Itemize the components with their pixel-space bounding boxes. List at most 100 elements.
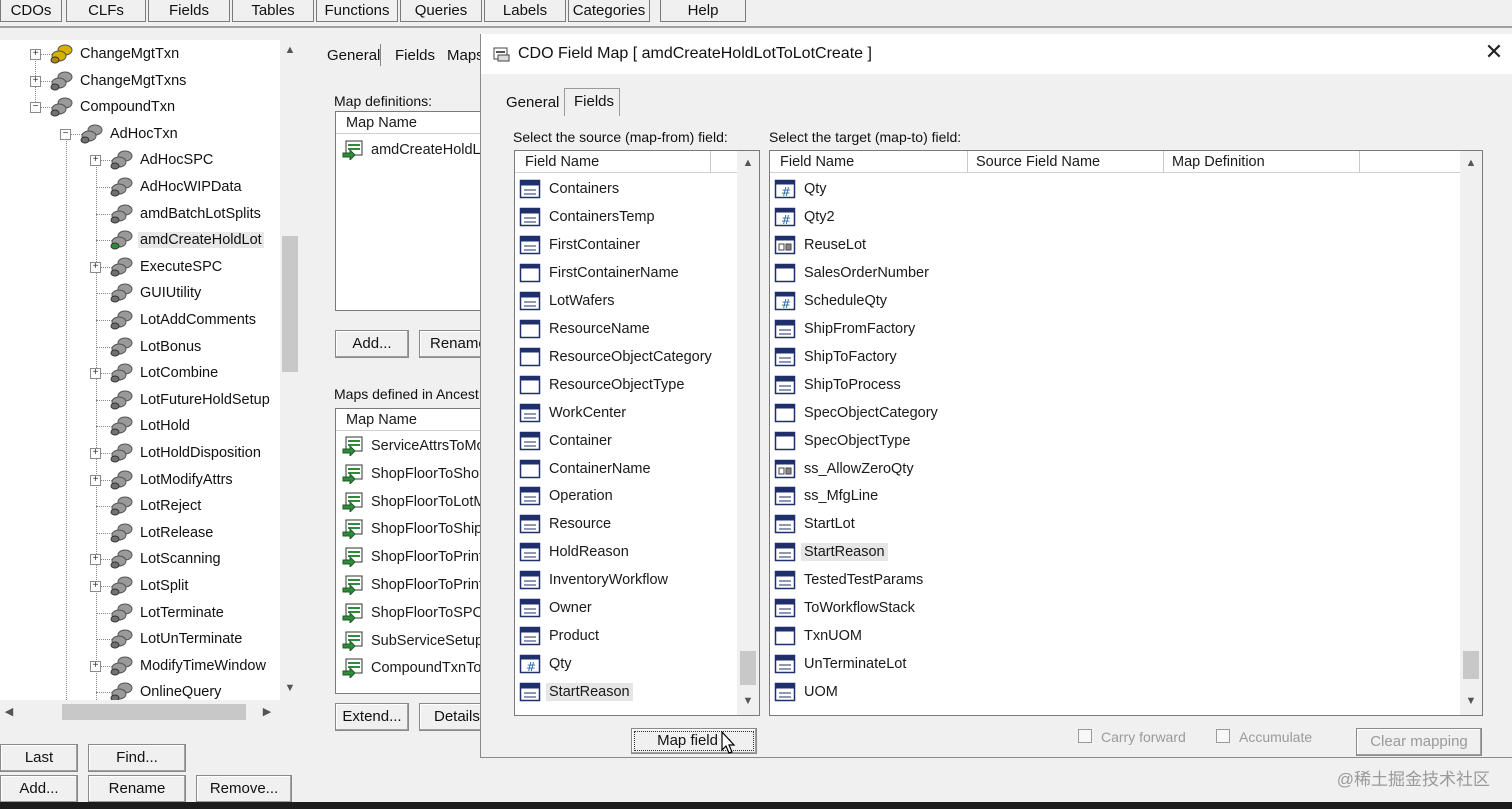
- map-definitions-list[interactable]: Map Name amdCreateHoldLo: [335, 111, 483, 311]
- tree-item[interactable]: OnlineQuery: [110, 680, 223, 700]
- expand-icon[interactable]: +: [90, 660, 101, 672]
- source-field-item[interactable]: InventoryWorkflow: [519, 567, 671, 593]
- tree-item[interactable]: LotUnTerminate: [110, 627, 244, 651]
- menu-categories[interactable]: Categories: [568, 0, 650, 22]
- target-field-item[interactable]: ToWorkflowStack: [774, 595, 918, 621]
- source-list-scrollbar[interactable]: ▲ ▼: [737, 151, 759, 715]
- source-field-item[interactable]: HoldReason: [519, 539, 632, 565]
- tree-item[interactable]: ExecuteSPC: [110, 255, 224, 279]
- map-list-item[interactable]: ShopFloorToSPC: [342, 600, 482, 626]
- tree-item[interactable]: GUIUtility: [110, 281, 203, 305]
- target-field-item[interactable]: SalesOrderNumber: [774, 260, 932, 286]
- tree-item[interactable]: LotHoldDisposition: [110, 441, 263, 465]
- tree-item[interactable]: LotReject: [110, 494, 203, 518]
- target-field-item[interactable]: ss_MfgLine: [774, 483, 881, 509]
- scroll-right-icon[interactable]: ▶: [260, 705, 274, 718]
- source-field-item[interactable]: FirstContainerName: [519, 260, 682, 286]
- target-field-item[interactable]: # ScheduleQty: [774, 288, 890, 314]
- menu-labels[interactable]: Labels: [484, 0, 566, 22]
- column-map-name[interactable]: Map Name: [336, 112, 482, 134]
- source-field-item[interactable]: Product: [519, 623, 602, 649]
- last-button[interactable]: Last: [0, 744, 78, 772]
- menu-clfs[interactable]: CLFs: [66, 0, 146, 22]
- target-field-item[interactable]: ReuseLot: [774, 232, 869, 258]
- tree-item[interactable]: LotTerminate: [110, 601, 226, 625]
- source-field-item[interactable]: FirstContainer: [519, 232, 643, 258]
- target-field-item[interactable]: # Qty: [774, 176, 830, 202]
- column-map-definition[interactable]: Map Definition: [1164, 151, 1360, 173]
- tree-item[interactable]: LotFutureHoldSetup: [110, 388, 272, 412]
- tab-fields[interactable]: Fields: [395, 47, 435, 64]
- source-field-item[interactable]: ResourceName: [519, 316, 653, 342]
- expand-icon[interactable]: +: [90, 474, 101, 486]
- dialog-tab-general[interactable]: General: [506, 94, 559, 111]
- source-scroll-thumb[interactable]: [740, 651, 756, 685]
- tree-item[interactable]: LotSplit: [110, 574, 190, 598]
- map-list-item[interactable]: ShopFloorToPrint: [342, 572, 482, 598]
- target-field-item[interactable]: SpecObjectCategory: [774, 400, 941, 426]
- map-list-item[interactable]: ServiceAttrsToMo: [342, 433, 482, 459]
- column-map-name[interactable]: Map Name: [336, 409, 482, 431]
- source-field-item[interactable]: StartReason: [519, 679, 633, 705]
- menu-cdos[interactable]: CDOs: [0, 0, 62, 22]
- scroll-left-icon[interactable]: ◀: [2, 705, 16, 718]
- details-button[interactable]: Details: [419, 703, 485, 731]
- tab-maps[interactable]: Maps: [447, 47, 484, 64]
- map-list-item[interactable]: SubServiceSetup: [342, 628, 482, 654]
- source-field-item[interactable]: ResourceObjectType: [519, 372, 687, 398]
- source-field-item[interactable]: WorkCenter: [519, 400, 629, 426]
- accumulate-checkbox[interactable]: [1216, 729, 1230, 743]
- menu-functions[interactable]: Functions: [316, 0, 398, 22]
- target-field-item[interactable]: StartReason: [774, 539, 888, 565]
- expand-icon[interactable]: +: [90, 581, 101, 592]
- map-list-item[interactable]: ShopFloorToShop: [342, 461, 482, 487]
- dialog-tab-fields[interactable]: Fields: [574, 93, 614, 110]
- source-field-item[interactable]: Resource: [519, 511, 614, 537]
- map-field-button[interactable]: Map field >: [631, 728, 757, 754]
- expand-icon[interactable]: +: [90, 448, 101, 459]
- target-field-item[interactable]: ShipToFactory: [774, 344, 900, 370]
- source-field-item[interactable]: Container: [519, 428, 615, 454]
- scroll-up-icon[interactable]: ▲: [1460, 157, 1482, 169]
- tree-item[interactable]: AdHocWIPData: [110, 175, 244, 199]
- scroll-down-icon[interactable]: ▼: [737, 695, 759, 707]
- target-scroll-thumb[interactable]: [1463, 651, 1479, 679]
- target-field-list[interactable]: Field Name Source Field Name Map Definit…: [769, 150, 1483, 716]
- expand-icon[interactable]: +: [90, 155, 101, 167]
- expand-icon[interactable]: +: [30, 49, 41, 60]
- tree-item[interactable]: amdCreateHoldLot: [110, 228, 264, 252]
- source-field-item[interactable]: Containers: [519, 176, 622, 202]
- source-field-list[interactable]: Field Name Containers ContainersTemp First…: [514, 150, 760, 716]
- tree-item[interactable]: LotRelease: [110, 521, 215, 545]
- find-button[interactable]: Find...: [88, 744, 186, 772]
- column-field-name[interactable]: Field Name: [770, 151, 968, 173]
- tree-hscroll-thumb[interactable]: [62, 704, 246, 720]
- ancestor-maps-list[interactable]: Map Name ServiceAttrsToMo ShopFloorToShop…: [335, 408, 483, 694]
- tree-item[interactable]: ModifyTimeWindow: [110, 654, 268, 678]
- target-field-item[interactable]: ss_AllowZeroQty: [774, 456, 917, 482]
- clear-mapping-button[interactable]: Clear mapping: [1356, 728, 1482, 756]
- scroll-up-icon[interactable]: ▲: [280, 44, 300, 56]
- expand-icon[interactable]: +: [90, 554, 101, 566]
- source-field-item[interactable]: ContainersTemp: [519, 204, 658, 230]
- collapse-icon[interactable]: −: [60, 128, 71, 140]
- source-field-item[interactable]: # Qty: [519, 651, 575, 677]
- tree-item[interactable]: LotBonus: [110, 335, 203, 359]
- target-field-item[interactable]: ShipToProcess: [774, 372, 904, 398]
- add-button[interactable]: Add...: [0, 775, 78, 803]
- source-field-item[interactable]: ContainerName: [519, 456, 654, 482]
- target-field-item[interactable]: UOM: [774, 679, 841, 705]
- column-field-name[interactable]: Field Name: [515, 151, 711, 173]
- scroll-up-icon[interactable]: ▲: [737, 157, 759, 169]
- target-field-item[interactable]: TxnUOM: [774, 623, 865, 649]
- target-field-item[interactable]: TestedTestParams: [774, 567, 926, 593]
- tree-item[interactable]: LotScanning: [110, 547, 223, 571]
- rename-button[interactable]: Rename: [88, 775, 186, 803]
- map-list-item[interactable]: CompoundTxnTo: [342, 655, 482, 681]
- map-list-item[interactable]: ShopFloorToShip: [342, 516, 482, 542]
- menu-queries[interactable]: Queries: [400, 0, 482, 22]
- target-field-item[interactable]: UnTerminateLot: [774, 651, 909, 677]
- tab-general[interactable]: General: [327, 47, 380, 64]
- expand-icon[interactable]: +: [30, 75, 41, 87]
- target-field-item[interactable]: # Qty2: [774, 204, 838, 230]
